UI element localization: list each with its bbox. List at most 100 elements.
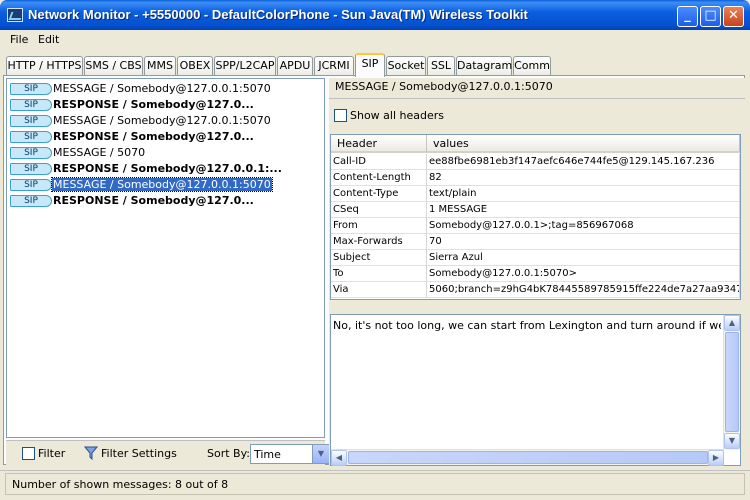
table-row[interactable]: From Somebody@127.0.0.1>;tag=856967068 — [331, 218, 740, 234]
message-list[interactable]: SIP MESSAGE / Somebody@127.0.0.1:5070 SI… — [6, 78, 325, 438]
headers-table[interactable]: Header values Call-ID ee88fbe6981eb3f147… — [330, 134, 741, 300]
horizontal-scrollbar[interactable]: ◀ ▶ — [331, 449, 724, 466]
sip-badge: SIP — [10, 131, 52, 143]
tab-ssl[interactable]: SSL — [427, 56, 455, 76]
title-bar[interactable]: Network Monitor - +5550000 - DefaultColo… — [0, 0, 750, 30]
list-item[interactable]: SIP RESPONSE / Somebody@127.0... — [8, 97, 308, 113]
scroll-right-icon[interactable]: ▶ — [708, 450, 724, 466]
filter-label: Filter — [38, 447, 66, 460]
header-name: To — [331, 266, 427, 282]
tab-jcrmi[interactable]: JCRMI — [314, 56, 354, 76]
header-name: CSeq — [331, 202, 427, 218]
list-item[interactable]: SIP MESSAGE / Somebody@127.0.0.1:5070 — [8, 81, 308, 97]
show-all-headers-label: Show all headers — [350, 109, 445, 122]
tab-apdu[interactable]: APDU — [277, 56, 313, 76]
column-header-header[interactable]: Header — [331, 135, 427, 153]
list-toolbar: Filter Filter Settings Sort By: Time ▼ — [6, 440, 330, 466]
header-value: 5060;branch=z9hG4bK78445589785915ffe224d… — [427, 282, 740, 298]
list-item[interactable]: SIP RESPONSE / Somebody@127.0.0.1:... — [8, 161, 308, 177]
divider — [329, 98, 745, 99]
message-label: MESSAGE / Somebody@127.0.0.1:5070 — [51, 177, 273, 192]
tab-http[interactable]: HTTP / HTTPS — [6, 56, 83, 76]
list-item[interactable]: SIP MESSAGE / Somebody@127.0.0.1:5070 — [8, 113, 308, 129]
scroll-up-icon[interactable]: ▲ — [724, 315, 740, 331]
header-name: Call-ID — [331, 154, 427, 170]
column-header-values[interactable]: values — [427, 135, 740, 153]
scroll-down-icon[interactable]: ▼ — [724, 433, 740, 449]
table-row[interactable]: Call-ID ee88fbe6981eb3f147aefc646e744fe5… — [331, 154, 740, 170]
tab-obex[interactable]: OBEX — [177, 56, 213, 76]
message-label: RESPONSE / Somebody@127.0... — [53, 98, 254, 111]
list-item[interactable]: SIP MESSAGE / 5070 — [8, 145, 308, 161]
header-value: 70 — [427, 234, 740, 250]
chevron-down-icon[interactable]: ▼ — [312, 445, 329, 463]
header-name: From — [331, 218, 427, 234]
network-monitor-icon — [7, 8, 23, 22]
sip-badge: SIP — [10, 83, 52, 95]
header-value: text/plain — [427, 186, 740, 202]
message-label: MESSAGE / Somebody@127.0.0.1:5070 — [53, 114, 271, 127]
header-name: Content-Type — [331, 186, 427, 202]
minimize-button[interactable]: _ — [677, 6, 698, 27]
message-summary: MESSAGE / Somebody@127.0.0.1:5070 — [335, 80, 553, 93]
header-name: Max-Forwards — [331, 234, 427, 250]
menu-file[interactable]: File — [10, 33, 28, 46]
sip-badge: SIP — [10, 163, 52, 175]
sort-by-value: Time — [254, 448, 281, 461]
vertical-scrollbar[interactable]: ▲ ▼ — [723, 315, 740, 450]
vertical-scroll-thumb[interactable] — [725, 332, 739, 432]
tab-comm[interactable]: Comm — [513, 56, 551, 76]
header-name: Via — [331, 282, 427, 298]
header-value: 82 — [427, 170, 740, 186]
tab-spp[interactable]: SPP/L2CAP — [214, 56, 276, 76]
maximize-button[interactable]: □ — [700, 6, 721, 27]
table-row[interactable]: Subject Sierra Azul — [331, 250, 740, 266]
menu-edit[interactable]: Edit — [38, 33, 59, 46]
tab-mms[interactable]: MMS — [144, 56, 176, 76]
message-body-textarea[interactable]: No, it's not too long, we can start from… — [330, 314, 741, 466]
message-label: MESSAGE / Somebody@127.0.0.1:5070 — [53, 82, 271, 95]
sip-badge: SIP — [10, 99, 52, 111]
header-value: Somebody@127.0.0.1>;tag=856967068 — [427, 218, 740, 234]
table-row[interactable]: CSeq 1 MESSAGE — [331, 202, 740, 218]
tab-datagram[interactable]: Datagram — [456, 56, 512, 76]
menu-bar: File Edit — [0, 30, 750, 50]
sort-by-select[interactable]: Time ▼ — [250, 444, 330, 464]
header-value: Somebody@127.0.0.1:5070> — [427, 266, 740, 282]
list-item[interactable]: SIP RESPONSE / Somebody@127.0... — [8, 129, 308, 145]
table-row[interactable]: Content-Type text/plain — [331, 186, 740, 202]
header-name: Subject — [331, 250, 427, 266]
filter-settings-button[interactable]: Filter Settings — [101, 447, 177, 460]
sip-badge: SIP — [10, 179, 52, 191]
sip-badge: SIP — [10, 115, 52, 127]
sip-badge: SIP — [10, 195, 52, 207]
horizontal-scroll-thumb[interactable] — [348, 451, 708, 464]
table-row[interactable]: Max-Forwards 70 — [331, 234, 740, 250]
list-item-selected[interactable]: SIP MESSAGE / Somebody@127.0.0.1:5070 — [8, 177, 308, 193]
scroll-left-icon[interactable]: ◀ — [331, 450, 347, 466]
tab-sms[interactable]: SMS / CBS — [84, 56, 143, 76]
message-label: RESPONSE / Somebody@127.0.0.1:... — [53, 162, 282, 175]
sort-by-label: Sort By: — [207, 447, 251, 460]
table-row[interactable]: Content-Length 82 — [331, 170, 740, 186]
header-value: Sierra Azul — [427, 250, 740, 266]
message-body-text: No, it's not too long, we can start from… — [333, 319, 721, 332]
header-value: 1 MESSAGE — [427, 202, 740, 218]
tab-sip[interactable]: SIP — [355, 53, 385, 77]
show-all-headers-checkbox[interactable] — [334, 109, 347, 122]
message-label: RESPONSE / Somebody@127.0... — [53, 130, 254, 143]
header-value: ee88fbe6981eb3f147aefc646e744fe5@129.145… — [427, 154, 740, 170]
header-name: Content-Length — [331, 170, 427, 186]
sip-badge: SIP — [10, 147, 52, 159]
tab-socket[interactable]: Socket — [386, 56, 426, 76]
window-title: Network Monitor - +5550000 - DefaultColo… — [28, 7, 528, 22]
status-bar: Number of shown messages: 8 out of 8 — [0, 470, 750, 500]
table-row[interactable]: To Somebody@127.0.0.1:5070> — [331, 266, 740, 282]
close-button[interactable]: ✕ — [723, 6, 744, 27]
list-item[interactable]: SIP RESPONSE / Somebody@127.0... — [8, 193, 308, 209]
table-row[interactable]: Via 5060;branch=z9hG4bK78445589785915ffe… — [331, 282, 740, 298]
filter-checkbox[interactable] — [22, 447, 35, 460]
status-text: Number of shown messages: 8 out of 8 — [12, 478, 229, 491]
filter-funnel-icon[interactable] — [84, 446, 98, 460]
status-box: Number of shown messages: 8 out of 8 — [5, 473, 745, 495]
